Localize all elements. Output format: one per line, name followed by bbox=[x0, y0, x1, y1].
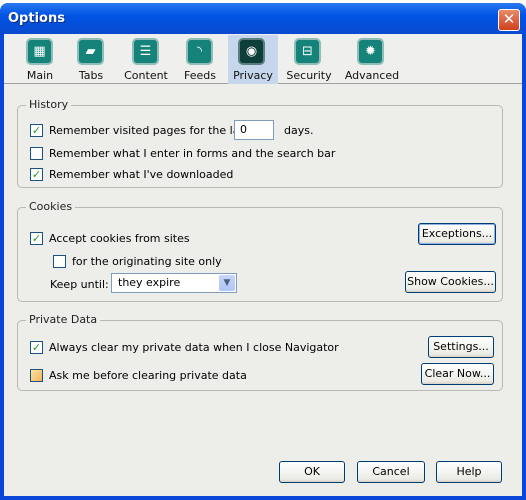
group-title: History bbox=[26, 98, 72, 111]
checkbox-label: Always clear my private data when I clos… bbox=[49, 340, 339, 354]
checkbox-checked-icon: ✓ bbox=[30, 231, 43, 245]
keep-until-select[interactable]: they expire ▼ bbox=[111, 273, 237, 293]
tab-label: Advanced bbox=[344, 69, 400, 82]
keep-until-label: Keep until: bbox=[50, 277, 109, 291]
tab-security[interactable]: ⊟ Security bbox=[286, 35, 332, 84]
always-clear-checkbox[interactable]: ✓ Always clear my private data when I clo… bbox=[30, 339, 339, 355]
content-stack-icon: ☰ bbox=[132, 38, 159, 65]
clear-now-button[interactable]: Clear Now... bbox=[421, 363, 494, 385]
main-grid-icon: ▦ bbox=[26, 38, 53, 65]
cancel-button[interactable]: Cancel bbox=[357, 461, 425, 483]
tab-label: Security bbox=[286, 69, 332, 82]
exceptions-button[interactable]: Exceptions... bbox=[418, 223, 496, 245]
options-window: Options ✕ ▦ Main ▰ Tabs ☰ Content ◝ Feeds ◉ P… bbox=[0, 3, 526, 500]
tab-content[interactable]: ☰ Content bbox=[120, 35, 172, 84]
chevron-down-icon[interactable]: ▼ bbox=[219, 275, 235, 291]
eye-icon: ◉ bbox=[238, 38, 265, 65]
tab-main[interactable]: ▦ Main bbox=[18, 35, 62, 84]
checkbox-unchecked-icon bbox=[30, 146, 43, 160]
select-value: they expire bbox=[118, 276, 181, 289]
originating-site-checkbox[interactable]: for the originating site only bbox=[53, 253, 222, 269]
checkbox-checked-icon: ✓ bbox=[30, 340, 43, 354]
remember-downloads-checkbox[interactable]: ✓ Remember what I've downloaded bbox=[30, 166, 233, 182]
tab-label: Content bbox=[124, 69, 168, 82]
checkbox-checked-icon: ✓ bbox=[30, 167, 43, 181]
checkbox-unchecked-icon bbox=[30, 368, 43, 382]
tab-label: Privacy bbox=[233, 69, 273, 82]
tabs-icon: ▰ bbox=[77, 38, 104, 65]
show-cookies-button[interactable]: Show Cookies... bbox=[405, 271, 496, 293]
tab-feeds[interactable]: ◝ Feeds bbox=[180, 35, 220, 84]
history-days-input[interactable]: 0 bbox=[234, 120, 274, 140]
tab-label: Main bbox=[26, 69, 54, 82]
group-title: Private Data bbox=[26, 313, 101, 326]
private-data-group: Private Data ✓ Always clear my private da… bbox=[17, 313, 503, 391]
checkbox-label: Ask me before clearing private data bbox=[49, 368, 247, 382]
tab-label: Feeds bbox=[184, 69, 216, 82]
gear-icon: ✹ bbox=[357, 38, 384, 65]
cookies-group: Cookies ✓ Accept cookies from sites Excep… bbox=[17, 200, 503, 302]
checkbox-label: Remember what I've downloaded bbox=[49, 167, 234, 181]
help-button[interactable]: Help bbox=[436, 461, 502, 483]
tab-label: Tabs bbox=[78, 69, 104, 82]
category-toolbar: ▦ Main ▰ Tabs ☰ Content ◝ Feeds ◉ Privacy ⊟ Se… bbox=[4, 34, 522, 84]
accept-cookies-checkbox[interactable]: ✓ Accept cookies from sites bbox=[30, 230, 190, 246]
checkbox-label: Accept cookies from sites bbox=[49, 231, 190, 245]
history-group: History ✓ Remember visited pages for the … bbox=[17, 98, 503, 188]
checkbox-unchecked-icon bbox=[53, 254, 66, 268]
rss-feed-icon: ◝ bbox=[186, 38, 213, 65]
checkbox-label: Remember what I enter in forms and the s… bbox=[49, 146, 336, 160]
window-title: Options bbox=[8, 11, 65, 26]
ok-button[interactable]: OK bbox=[279, 461, 345, 483]
close-button[interactable]: ✕ bbox=[498, 9, 520, 31]
remember-visited-checkbox[interactable]: ✓ Remember visited pages for the last bbox=[30, 122, 250, 138]
title-bar: Options ✕ bbox=[0, 3, 526, 34]
group-title: Cookies bbox=[26, 200, 76, 213]
checkbox-checked-icon: ✓ bbox=[30, 123, 43, 137]
remember-forms-checkbox[interactable]: Remember what I enter in forms and the s… bbox=[30, 145, 335, 161]
ask-before-clearing-checkbox[interactable]: Ask me before clearing private data bbox=[30, 367, 247, 383]
tab-privacy[interactable]: ◉ Privacy bbox=[228, 35, 278, 84]
tab-advanced[interactable]: ✹ Advanced bbox=[344, 35, 400, 84]
settings-button[interactable]: Settings... bbox=[428, 336, 494, 358]
checkbox-label: Remember visited pages for the last bbox=[49, 123, 250, 137]
days-label: days. bbox=[284, 123, 314, 137]
tab-tabs[interactable]: ▰ Tabs bbox=[70, 35, 112, 84]
close-icon: ✕ bbox=[502, 10, 516, 28]
checkbox-label: for the originating site only bbox=[72, 254, 222, 268]
dialog-body: ▦ Main ▰ Tabs ☰ Content ◝ Feeds ◉ Privacy ⊟ Se… bbox=[4, 34, 522, 496]
lock-icon: ⊟ bbox=[294, 38, 321, 65]
